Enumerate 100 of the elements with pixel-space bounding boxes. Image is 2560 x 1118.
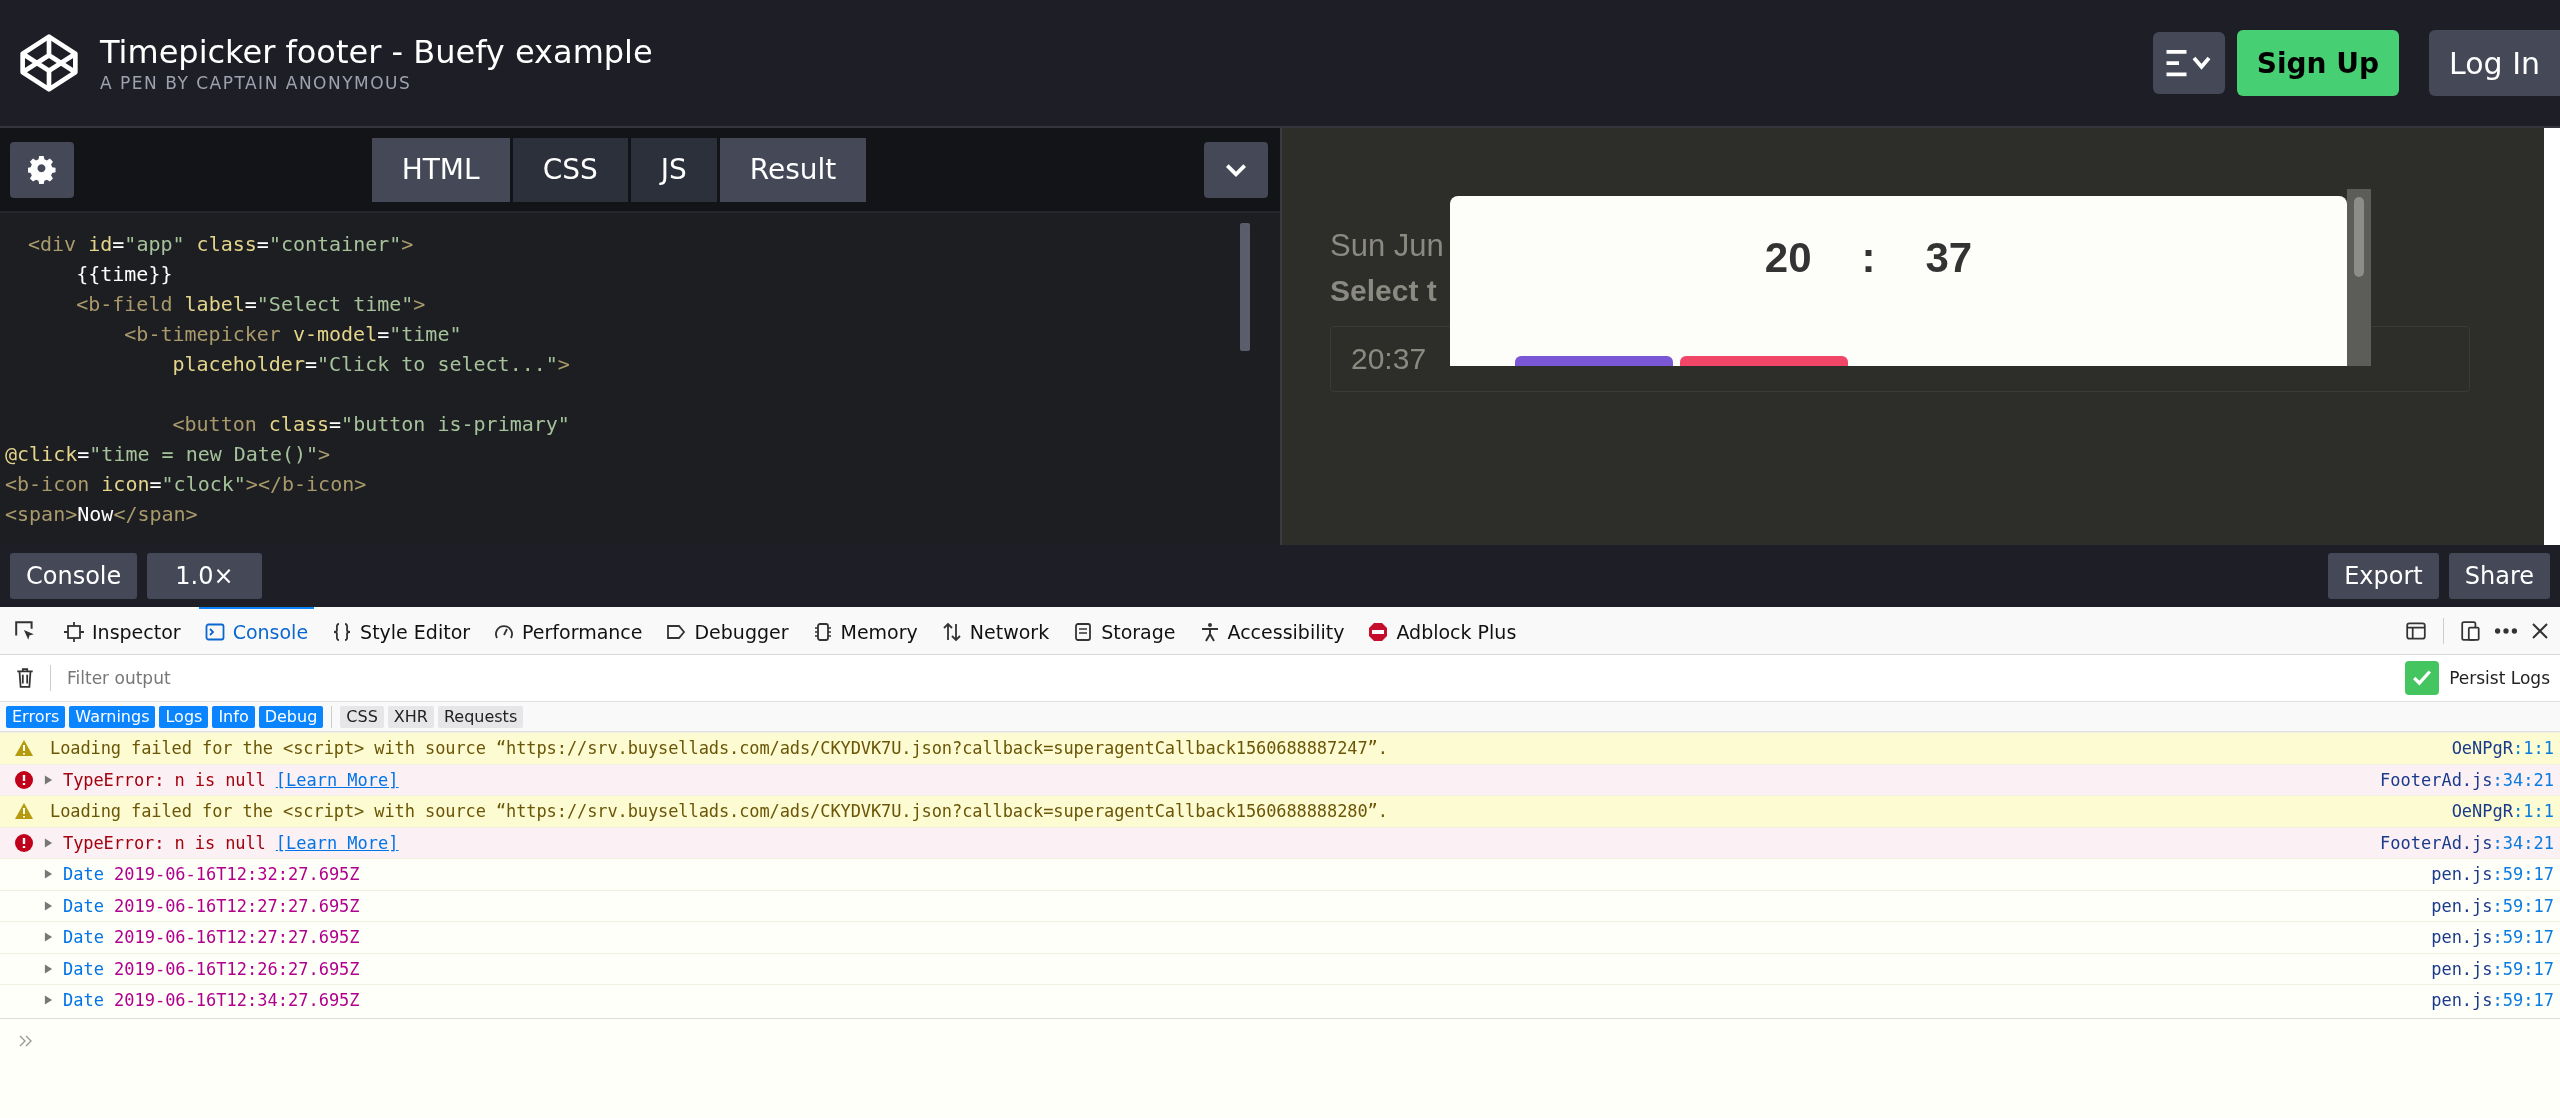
trash-icon[interactable] [14,667,36,689]
settings-icon [28,155,56,184]
expand-arrow-icon[interactable] [44,931,53,944]
error-icon [14,832,34,853]
message-text: Loading failed for the <script> with source “https://srv.buysellads.com/ads/CKYDVK7U.json?callback=superagentCallback1560688888280”. [50,801,1388,822]
source-location-link[interactable]: OeNPgR:1:1 [2451,801,2554,822]
source-location-link[interactable]: pen.js:59:17 [2431,895,2554,916]
filter-button[interactable]: CSS [340,705,384,728]
log-label: Date [63,990,104,1011]
source-location-link[interactable]: OeNPgR:1:1 [2451,738,2554,759]
devtools-tab[interactable]: Network [935,607,1056,654]
expand-arrow-icon[interactable] [44,899,53,912]
error-icon [14,769,34,790]
code-line: {{time}} [75,261,174,288]
console-bar-button[interactable]: Share [2448,553,2550,599]
devtools-tab[interactable]: Debugger [660,607,795,654]
person-icon [1199,621,1220,642]
message-text: TypeError: n is null [63,832,266,853]
filter-button[interactable]: Errors [6,705,66,728]
code-line: <span>Now</span> [5,501,199,528]
code-line: <div id="app" class="container"> [28,231,415,258]
expand-arrow-icon[interactable] [44,836,53,849]
log-value: 2019-06-16T12:32:27.695Z [113,864,360,885]
filter-button[interactable]: Warnings [69,705,156,728]
source-location-link[interactable]: pen.js:59:17 [2431,927,2554,948]
source-location-link[interactable]: pen.js:59:17 [2431,990,2554,1011]
source-location-link[interactable]: FooterAd.js:34:21 [2380,832,2554,853]
editor-tab[interactable]: CSS [512,137,628,202]
page-scrollbar[interactable] [2544,128,2560,545]
prompt-icon [18,1033,34,1048]
date-text: Sun Jun [1330,228,1444,264]
warning-icon [14,739,34,758]
minutes-text[interactable]: 37 [1925,234,1973,282]
element-picker-icon[interactable] [14,619,36,642]
scrollbar-thumb[interactable] [1240,223,1250,351]
message-text: Loading failed for the <script> with source “https://srv.buysellads.com/ads/CKYDVK7U.json?callback=superagentCallback1560688887247”. [50,738,1388,759]
log-in-button[interactable]: Log In [2429,30,2560,96]
code-line: <button class="button is-primary" [171,411,571,438]
log-value: 2019-06-16T12:26:27.695Z [113,958,360,979]
source-location-link[interactable]: pen.js:59:17 [2431,958,2554,979]
storage-icon [1073,621,1094,642]
learn-more-link[interactable]: [Learn More] [275,769,399,790]
sign-up-button[interactable]: Sign Up [2236,30,2399,96]
menu-button[interactable] [2152,32,2225,94]
code-line: <b-icon icon="clock"></b-icon> [5,471,368,498]
pen-title: Timepicker footer - Buefy example [100,33,653,71]
log-label: Date [63,927,104,948]
filter-button[interactable]: Info [212,705,255,728]
devtools-tab[interactable]: Performance [488,607,649,654]
hours-text[interactable]: 20 [1764,234,1812,282]
settings-button[interactable] [10,141,74,198]
layout-icon[interactable] [2405,619,2427,642]
close-icon[interactable] [2530,620,2550,641]
time-separator: : [1861,234,1876,282]
code-line: <b-field label="Select time"> [75,291,427,318]
devtools-tab[interactable]: Adblock Plus [1362,607,1523,654]
expand-arrow-icon[interactable] [44,962,53,975]
collapse-button[interactable] [1204,141,1268,198]
log-label: Date [63,958,104,979]
editor-tab[interactable]: JS [630,137,717,202]
editor-tab[interactable]: Result [719,137,867,202]
expand-arrow-icon[interactable] [44,868,53,881]
cube-logo-icon[interactable] [18,32,80,94]
log-value: 2019-06-16T12:27:27.695Z [113,927,360,948]
terminal-icon [204,621,225,642]
filter-button[interactable]: Logs [159,705,209,728]
console-bar-button[interactable]: 1.0× [147,553,262,599]
expand-arrow-icon[interactable] [44,773,53,786]
log-label: Date [63,895,104,916]
filter-field[interactable]: Filter output [65,667,669,689]
code-line: placeholder="Click to select..."> [171,351,571,378]
warning-icon [14,802,34,821]
arrows-icon [941,621,962,642]
expand-arrow-icon[interactable] [44,994,53,1007]
more-icon[interactable] [2494,626,2518,635]
chip-icon [812,621,833,642]
devtools-tab[interactable]: Inspector [58,607,187,654]
responsive-mode-icon[interactable] [2460,619,2482,642]
learn-more-link[interactable]: [Learn More] [275,832,399,853]
filter-button[interactable]: Requests [437,705,524,728]
devtools-tab[interactable]: Memory [806,607,924,654]
source-location-link[interactable]: FooterAd.js:34:21 [2380,769,2554,790]
modal-scrollbar[interactable] [2347,189,2371,366]
pen-author: A PEN BY CAPTAIN ANONYMOUS [100,73,413,93]
source-location-link[interactable]: pen.js:59:17 [2431,864,2554,885]
filter-button[interactable]: Debug [258,705,324,728]
log-label: Date [63,864,104,885]
log-value: 2019-06-16T12:34:27.695Z [113,990,360,1011]
editor-tab[interactable]: HTML [371,137,510,202]
devtools-tab[interactable]: Storage [1067,607,1182,654]
code-line: <b-timepicker v-model="time" [123,321,463,348]
devtools-tab[interactable]: Style Editor [326,607,477,654]
filter-button[interactable]: XHR [387,705,434,728]
console-bar-button[interactable]: Export [2328,553,2439,599]
adblock-icon [1368,621,1389,642]
persist-logs-label[interactable]: Persist Logs [2449,668,2550,688]
devtools-tab[interactable]: Accessibility [1193,607,1351,654]
console-bar-button[interactable]: Console [10,553,138,599]
persist-logs-checkbox[interactable] [2405,661,2440,695]
box-icon [64,621,84,642]
